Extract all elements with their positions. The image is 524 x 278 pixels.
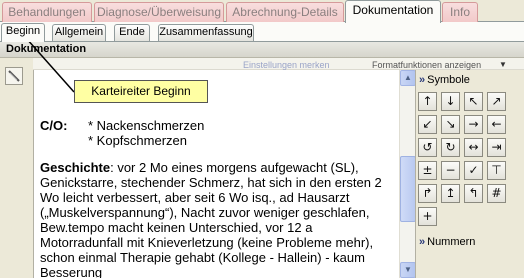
subtab-zusammenfassung[interactable]: Zusammenfassung	[158, 24, 254, 41]
corner-right-icon[interactable]: ↰	[464, 184, 483, 203]
subtab-ende[interactable]: Ende	[114, 24, 150, 41]
save-settings-link[interactable]: Einstellungen merken	[243, 60, 330, 70]
expand-chevron-icon[interactable]: »	[419, 236, 425, 248]
arrows-inward-icon[interactable]: ⇥	[487, 138, 506, 157]
tab-diagnose[interactable]: Diagnose/Überweisung	[94, 2, 224, 22]
co-line-2: * Kopfschmerzen	[88, 133, 187, 148]
history-label: Geschichte	[40, 160, 111, 175]
tab-info[interactable]: Info	[442, 2, 478, 22]
plus-icon[interactable]: +	[418, 207, 437, 226]
plus-minus-icon[interactable]: ±	[418, 161, 437, 180]
callout-box: Karteireiter Beginn	[74, 80, 208, 103]
left-tool-strip	[0, 58, 33, 278]
co-label: C/O:	[40, 118, 68, 133]
arrow-right-icon[interactable]: →	[464, 115, 483, 134]
scroll-down-icon[interactable]: ▼	[400, 262, 416, 278]
collapse-chevron-icon[interactable]: »	[419, 74, 425, 86]
rotate-left-icon[interactable]: ↺	[418, 138, 437, 157]
symbols-grid: ↑ ↓ ↖ ↗ ↙ ↘ → ← ↺ ↻ ↔ ⇥ ± − ✓ ⊤ ↱ ↥ ↰ # …	[418, 92, 510, 226]
arrow-up-bar-icon[interactable]: ⊤	[487, 161, 506, 180]
arrow-left-icon[interactable]: ←	[487, 115, 506, 134]
co-line-1: * Nackenschmerzen	[88, 118, 205, 133]
subtab-allgemein[interactable]: Allgemein	[52, 24, 106, 41]
symbols-title: Symbole	[427, 74, 470, 86]
symbols-header[interactable]: » Symbole	[419, 74, 470, 86]
arrow-up-left-icon[interactable]: ↖	[464, 92, 483, 111]
arrow-down-left-icon[interactable]: ↙	[418, 115, 437, 134]
scroll-thumb[interactable]	[400, 156, 416, 222]
hash-icon[interactable]: #	[487, 184, 506, 203]
arrow-down-right-icon[interactable]: ↘	[441, 115, 460, 134]
document-text: C/O: * Nackenschmerzen * Kopfschmerzen G…	[40, 118, 392, 278]
editor-scrollbar[interactable]: ▲ ▼	[399, 70, 416, 278]
minus-icon[interactable]: −	[441, 161, 460, 180]
subtab-beginn[interactable]: Beginn	[1, 23, 45, 42]
top-tab-bar: Behandlungen Diagnose/Überweisung Abrech…	[0, 0, 524, 23]
history-text: : vor 2 Mo eines morgens aufgewacht (SL)…	[40, 160, 382, 278]
tab-behandlungen[interactable]: Behandlungen	[2, 2, 92, 22]
numbers-header[interactable]: » Nummern	[419, 236, 475, 248]
section-title: Dokumentation	[0, 42, 524, 58]
arrows-horizontal-icon[interactable]: ↔	[464, 138, 483, 157]
arrow-up-right-icon[interactable]: ↗	[487, 92, 506, 111]
history-paragraph: Geschichte: vor 2 Mo eines morgens aufge…	[40, 160, 392, 278]
tab-abrechnung[interactable]: Abrechnung-Details	[226, 2, 344, 22]
arrow-down-icon[interactable]: ↓	[441, 92, 460, 111]
tab-dokumentation[interactable]: Dokumentation	[345, 0, 441, 23]
pen-icon[interactable]	[5, 67, 23, 85]
sub-tab-bar: Beginn Allgemein Ende Zusammenfassung	[0, 22, 524, 42]
dropdown-arrow-icon[interactable]: ▼	[499, 60, 507, 69]
corner-up-icon[interactable]: ↥	[441, 184, 460, 203]
numbers-title: Nummern	[427, 236, 476, 248]
arrow-up-icon[interactable]: ↑	[418, 92, 437, 111]
scroll-up-icon[interactable]: ▲	[400, 70, 416, 86]
check-icon[interactable]: ✓	[464, 161, 483, 180]
show-format-functions-link[interactable]: Formatfunktionen anzeigen	[372, 60, 481, 70]
rotate-right-icon[interactable]: ↻	[441, 138, 460, 157]
corner-left-icon[interactable]: ↱	[418, 184, 437, 203]
